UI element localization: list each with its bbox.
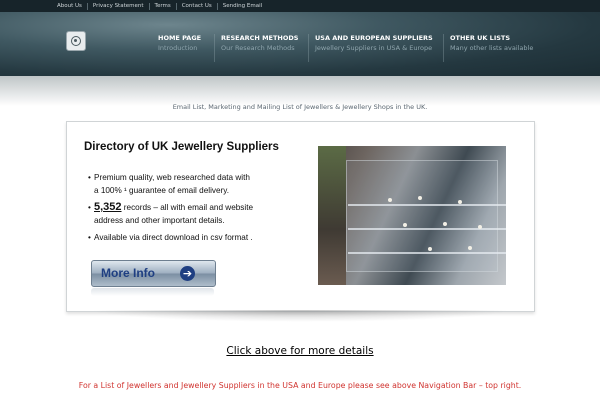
- site-header: HOME PAGE Introduction RESEARCH METHODS …: [0, 12, 600, 76]
- nav-subtitle: Many other lists available: [450, 44, 534, 52]
- bullet-text: Available via direct download in csv for…: [94, 233, 253, 242]
- nav-title: HOME PAGE: [158, 34, 202, 42]
- header-shadow: [0, 76, 600, 106]
- banner-title: Directory of UK Jewellery Suppliers: [84, 141, 279, 153]
- bullet-text: a 100% ¹ guarantee of email delivery.: [94, 185, 230, 195]
- nav-title: USA AND EUROPEAN SUPPLIERS: [315, 34, 433, 42]
- photo-shelf: [348, 228, 506, 230]
- nav-item-home[interactable]: HOME PAGE Introduction: [158, 34, 201, 66]
- bullet-text: records – all with email and website: [121, 203, 254, 212]
- banner-shadow: [90, 310, 510, 322]
- records-count: 5,352: [94, 201, 122, 213]
- nav-divider: [443, 34, 444, 62]
- click-above-link[interactable]: Click above for more details: [226, 345, 373, 357]
- top-bar: About Us Privacy Statement Terms Contact…: [0, 0, 600, 12]
- more-info-button[interactable]: More Info ➔: [91, 260, 216, 287]
- photo-jewel: [418, 196, 422, 200]
- bullet-csv-download: • Available via direct download in csv fo…: [88, 232, 253, 245]
- page-tagline: Email List, Marketing and Mailing List o…: [172, 103, 428, 111]
- nav-item-research-methods[interactable]: RESEARCH METHODS Our Research Methods: [214, 34, 299, 66]
- top-links: About Us Privacy Statement Terms Contact…: [52, 0, 267, 12]
- photo-plant: [318, 146, 346, 285]
- site-logo-icon[interactable]: [66, 31, 86, 51]
- photo-jewel: [478, 225, 482, 229]
- nav-subtitle: Jewellery Suppliers in USA & Europe: [315, 44, 433, 52]
- nav-divider: [308, 34, 309, 62]
- nav-divider: [214, 34, 215, 62]
- photo-jewel: [428, 247, 432, 251]
- photo-jewel: [403, 223, 407, 227]
- usa-europe-note: For a List of Jewellers and Jewellery Su…: [78, 381, 522, 390]
- photo-jewel: [443, 222, 447, 226]
- nav-title: OTHER UK LISTS: [450, 34, 511, 42]
- nav-subtitle: Our Research Methods: [221, 44, 295, 52]
- click-above-line: Click above for more details: [0, 339, 600, 358]
- top-link-contact-us[interactable]: Contact Us: [177, 0, 217, 12]
- button-reflection: [91, 288, 214, 296]
- photo-shelf: [348, 252, 506, 254]
- nav-item-usa-european-suppliers[interactable]: USA AND EUROPEAN SUPPLIERS Jewellery Sup…: [308, 34, 433, 66]
- nav-title: RESEARCH METHODS: [221, 34, 299, 42]
- more-info-label: More Info: [101, 266, 155, 280]
- logo-dot: [74, 39, 77, 42]
- top-link-sending-email[interactable]: Sending Email: [218, 0, 267, 12]
- top-link-terms[interactable]: Terms: [150, 0, 176, 12]
- photo-shelf: [348, 204, 506, 206]
- directory-banner[interactable]: Directory of UK Jewellery Suppliers • Pre…: [66, 121, 535, 312]
- nav-subtitle: Introduction: [158, 44, 198, 52]
- bullet-records: • 5,352 records – all with email and webs…: [88, 201, 253, 227]
- top-link-about-us[interactable]: About Us: [52, 0, 87, 12]
- photo-jewel: [458, 200, 462, 204]
- top-link-privacy-statement[interactable]: Privacy Statement: [88, 0, 149, 12]
- photo-window: [346, 160, 498, 272]
- nav-item-other-uk-lists[interactable]: OTHER UK LISTS Many other lists availabl…: [443, 34, 534, 66]
- bullet-premium-quality: • Premium quality, web researched data wi…: [88, 172, 250, 197]
- bullet-text: address and other important details.: [94, 215, 225, 225]
- jewellery-shop-photo: [318, 146, 506, 285]
- photo-jewel: [388, 198, 392, 202]
- photo-jewel: [468, 246, 472, 250]
- arrow-right-icon: ➔: [180, 266, 195, 281]
- bullet-text: Premium quality, web researched data wit…: [94, 173, 250, 182]
